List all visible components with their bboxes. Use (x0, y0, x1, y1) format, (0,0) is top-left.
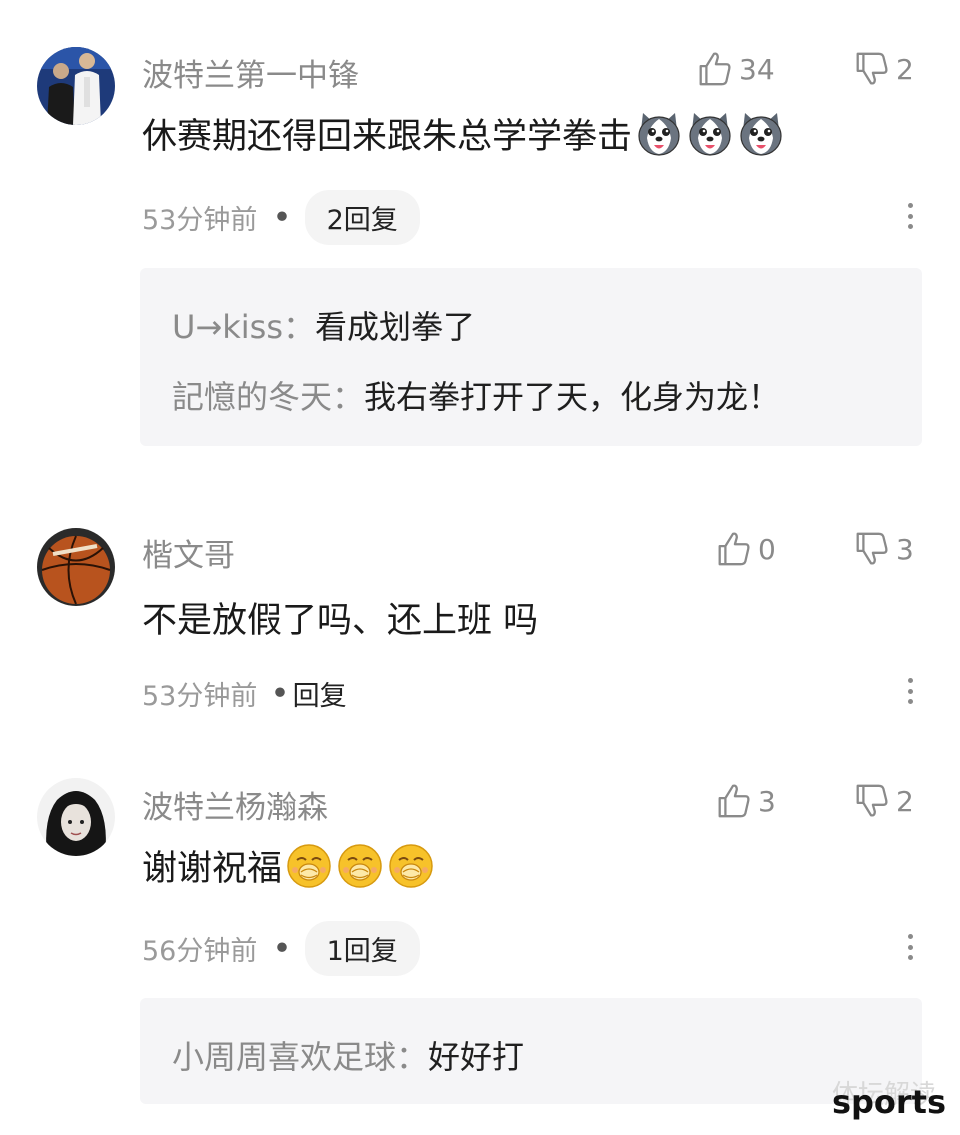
dislike-button[interactable]: 2 (852, 50, 914, 88)
reply-preview-box[interactable]: 小周周喜欢足球：好好打 (140, 998, 922, 1104)
comment-item: 波特兰第一中锋 34 2 休赛期还得回来跟朱总学学拳击 53分钟前 • 2回复 … (0, 0, 960, 470)
reply-separator: ： (396, 1038, 429, 1076)
timestamp: 53分钟前 (142, 681, 258, 712)
comment-meta: 53分钟前 • 回复 (142, 674, 347, 713)
reply-item: U→kiss：看成划拳了 (172, 302, 475, 348)
timestamp: 56分钟前 (142, 936, 258, 967)
like-count: 3 (758, 784, 776, 818)
avatar[interactable] (37, 778, 115, 856)
thumb-down-icon (852, 530, 890, 568)
reply-separator: ： (332, 378, 365, 416)
reply-author[interactable]: 記憶的冬天 (172, 378, 332, 416)
like-count: 0 (758, 532, 776, 566)
reply-separator: ： (283, 308, 316, 346)
reply-author[interactable]: 小周周喜欢足球 (172, 1038, 396, 1076)
like-button[interactable]: 34 (695, 50, 775, 88)
separator-dot: • (273, 933, 291, 964)
reply-count-button[interactable]: 2回复 (304, 190, 420, 245)
more-options-icon[interactable] (900, 678, 920, 704)
thumb-down-icon (852, 782, 890, 820)
reply-button[interactable]: 回复 (293, 674, 347, 713)
watermark: sports (831, 1083, 946, 1121)
reply-item: 記憶的冬天：我右拳打开了天，化身为龙！ (172, 372, 780, 418)
bless-emoji-icon (285, 842, 333, 890)
reply-item: 小周周喜欢足球：好好打 (172, 1032, 524, 1078)
thumb-up-icon (714, 530, 752, 568)
more-options-icon[interactable] (900, 203, 920, 229)
bless-emoji-icon (387, 842, 435, 890)
comment-text-row: 谢谢祝福 (142, 840, 435, 891)
reply-text: 看成划拳了 (315, 308, 476, 346)
reply-text: 我右拳打开了天，化身为龙！ (364, 378, 781, 416)
dislike-count: 2 (896, 784, 914, 818)
thumb-up-icon (695, 50, 733, 88)
comment-text: 不是放假了吗、还上班 吗 (142, 601, 539, 641)
avatar[interactable] (37, 47, 115, 125)
husky-emoji-icon (635, 110, 683, 158)
husky-emoji-icon (737, 110, 785, 158)
reply-text: 好好打 (428, 1038, 525, 1076)
more-options-icon[interactable] (900, 934, 920, 960)
dislike-count: 3 (896, 532, 914, 566)
comment-text-row: 休赛期还得回来跟朱总学学拳击 (142, 108, 785, 159)
reply-author[interactable]: U→kiss (172, 308, 283, 346)
comment-text: 谢谢祝福 (142, 849, 283, 889)
avatar[interactable] (37, 528, 115, 606)
reply-count-button[interactable]: 1回复 (304, 921, 420, 976)
like-button[interactable]: 3 (714, 782, 776, 820)
bless-emoji-icon (336, 842, 384, 890)
husky-emoji-icon (686, 110, 734, 158)
username[interactable]: 波特兰杨瀚森 (142, 782, 328, 827)
comment-meta: 56分钟前 • 1回复 (142, 921, 420, 976)
reply-preview-box[interactable]: U→kiss：看成划拳了 記憶的冬天：我右拳打开了天，化身为龙！ (140, 268, 922, 446)
thumb-down-icon (852, 50, 890, 88)
thumb-up-icon (714, 782, 752, 820)
dislike-button[interactable]: 2 (852, 782, 914, 820)
dislike-count: 2 (896, 52, 914, 86)
like-button[interactable]: 0 (714, 530, 776, 568)
like-count: 34 (739, 52, 775, 86)
comment-text: 休赛期还得回来跟朱总学学拳击 (142, 117, 633, 157)
separator-dot: • (273, 202, 291, 233)
comment-meta: 53分钟前 • 2回复 (142, 190, 420, 245)
timestamp: 53分钟前 (142, 205, 258, 236)
dislike-button[interactable]: 3 (852, 530, 914, 568)
username[interactable]: 波特兰第一中锋 (142, 50, 359, 95)
separator-dot: • (271, 678, 289, 709)
comment-text-row: 不是放假了吗、还上班 吗 (142, 592, 538, 643)
username[interactable]: 楷文哥 (142, 530, 235, 575)
